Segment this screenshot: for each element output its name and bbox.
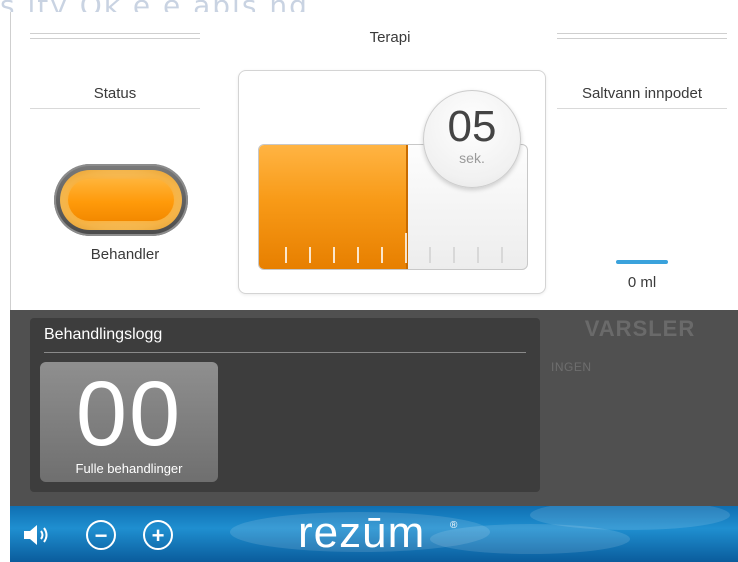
header-rule-right — [557, 33, 727, 39]
timer-unit: sek. — [459, 150, 485, 166]
progress-tick — [501, 247, 503, 263]
progress-tick — [381, 247, 383, 263]
alerts-status: INGEN — [551, 360, 592, 374]
header-rule-left — [30, 33, 200, 39]
therapy-title: Terapi — [369, 29, 411, 46]
watermark: s ity Ok e e apis ng — [0, 0, 738, 12]
volume-down-button[interactable]: − — [86, 520, 116, 550]
treatment-count-tile: 00 Fulle behandlinger — [40, 362, 218, 482]
alerts-title: VARSLER — [584, 316, 696, 341]
volume-up-button[interactable]: + — [143, 520, 173, 550]
progress-tick — [405, 233, 407, 263]
treatment-count-label: Fulle behandlinger — [75, 461, 183, 476]
status-label: Behandler — [90, 246, 160, 263]
treatment-count: 00 — [75, 363, 183, 465]
saline-title: Saltvann innpodet — [581, 85, 703, 102]
treatment-log-title: Behandlingslogg — [44, 326, 163, 343]
timer-badge: 05 sek. — [423, 90, 521, 188]
speaker-icon[interactable] — [22, 522, 52, 548]
progress-tick — [333, 247, 335, 263]
progress-tick — [309, 247, 311, 263]
saline-divider — [557, 108, 727, 109]
progress-tick — [285, 247, 287, 263]
treatment-log-divider — [44, 352, 526, 353]
status-divider — [30, 108, 200, 109]
timer-value: 05 — [447, 102, 497, 151]
progress-tick — [477, 247, 479, 263]
saline-level-bar — [616, 260, 668, 264]
status-indicator — [68, 179, 174, 221]
brand-registered-mark: ® — [450, 520, 458, 531]
progress-tick — [357, 247, 359, 263]
progress-tick — [453, 247, 455, 263]
status-title: Status — [93, 85, 137, 102]
brand-logo: rezūm — [298, 508, 426, 557]
progress-tick — [429, 247, 431, 263]
saline-value: 0 ml — [627, 274, 657, 291]
